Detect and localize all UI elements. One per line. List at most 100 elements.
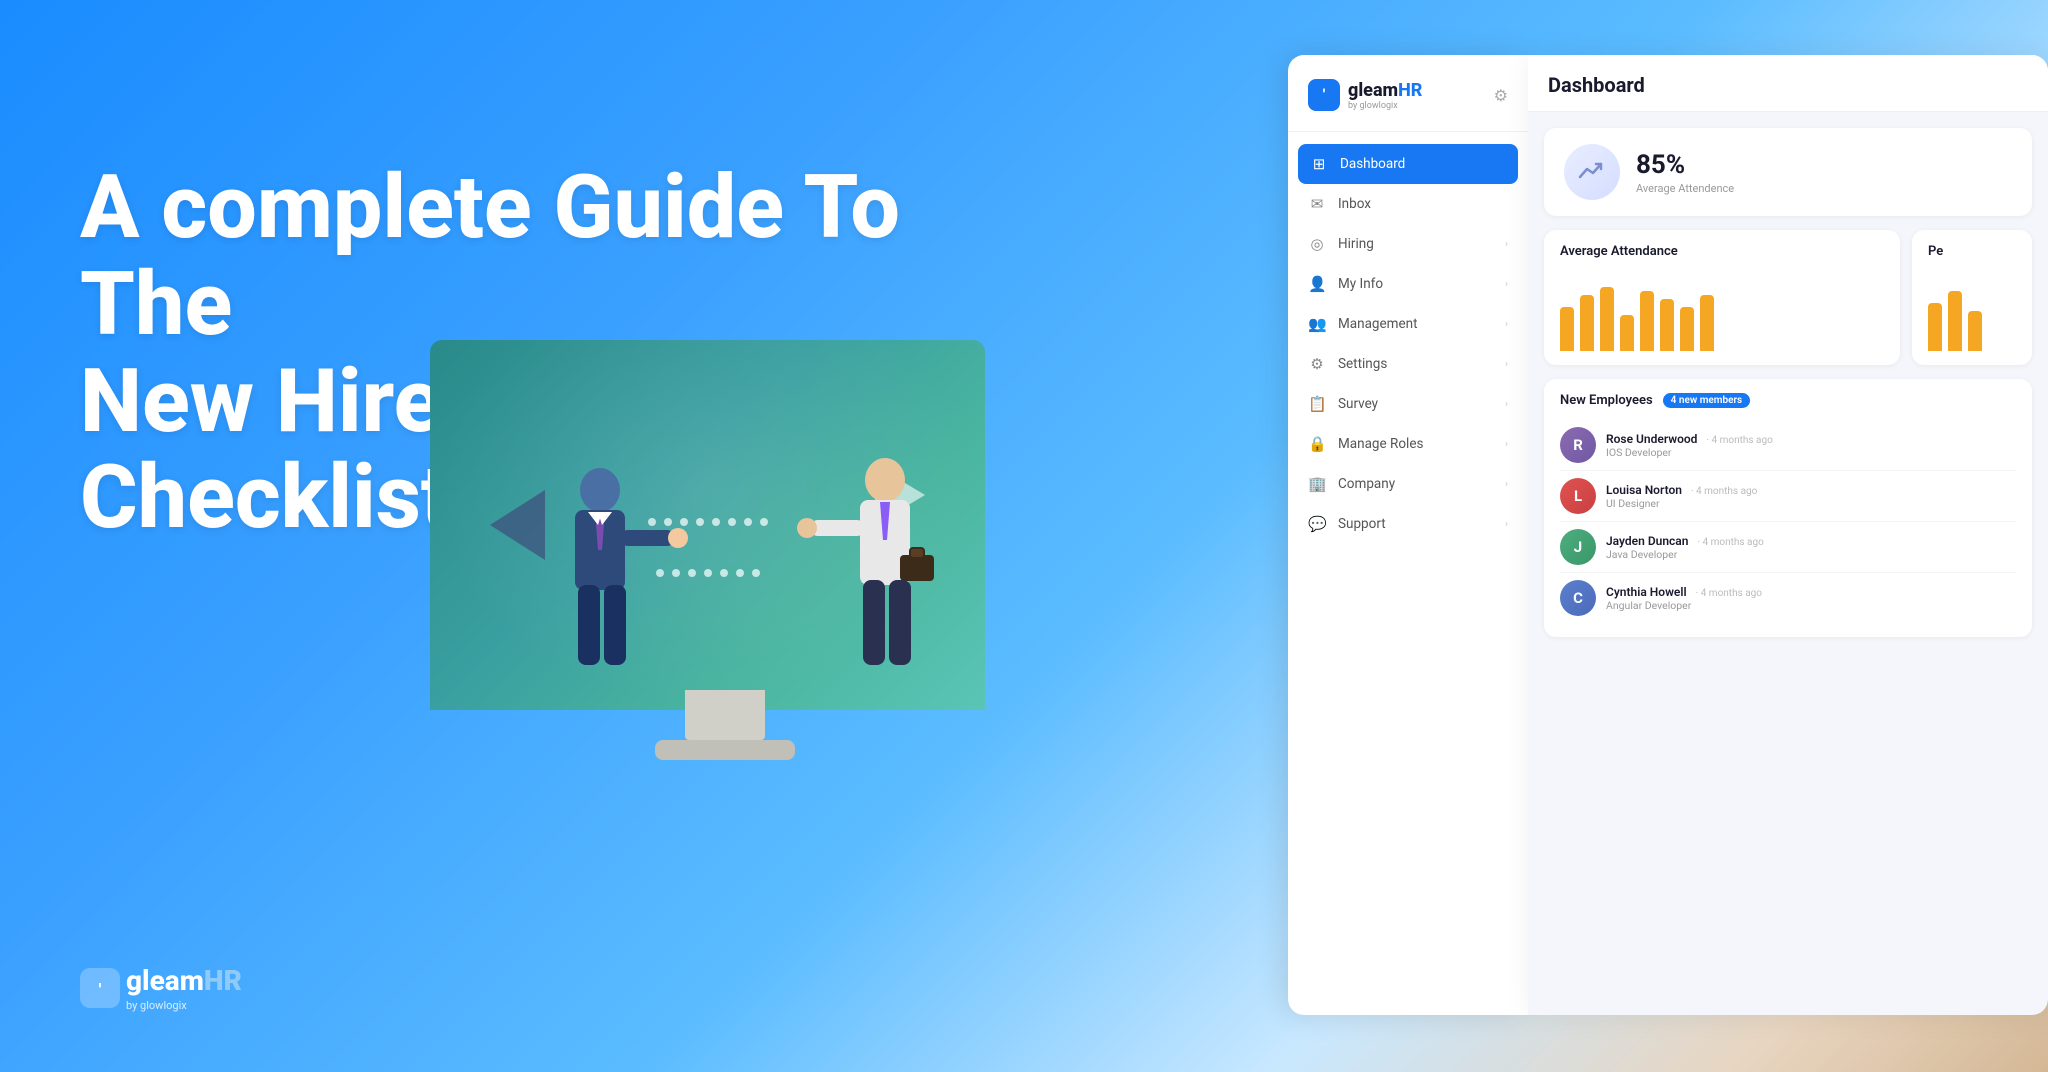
bar-1 [1560,307,1574,351]
sidebar-item-label: Dashboard [1340,156,1506,172]
ui-panel: ' gleamHR by glowlogix ⚙ ⊞ Dashboard ✉ I… [1288,55,2048,1015]
bar-6 [1660,299,1674,351]
employee-info-jayden: Jayden Duncan · 4 months ago Java Develo… [1606,534,2016,561]
inbox-icon: ✉ [1308,195,1326,213]
bar-3 [1600,287,1614,351]
stats-value: 85% [1636,150,1734,180]
employee-info-louisa: Louisa Norton · 4 months ago UI Designer [1606,483,2016,510]
bar-8 [1700,295,1714,351]
myinfo-icon: 👤 [1308,275,1326,293]
settings-gear-icon[interactable]: ⚙ [1494,86,1508,105]
employee-row-1: L Louisa Norton · 4 months ago UI Design… [1560,471,2016,522]
person-right-svg [795,440,955,710]
employee-name: Rose Underwood · 4 months ago [1606,432,2016,446]
chart-title-2: Pe [1928,244,2016,259]
bar-5 [1640,291,1654,351]
employee-role: IOS Developer [1606,446,2016,459]
bar-chart-2 [1928,271,2016,351]
company-icon: 🏢 [1308,475,1326,493]
charts-row: Average Attendance Pe [1544,230,2032,365]
main-header: Dashboard [1528,55,2048,112]
bar-p2 [1948,291,1962,351]
chevron-right-icon: › [1505,479,1508,490]
avatar-jayden: J [1560,529,1596,565]
bar-2 [1580,295,1594,351]
monitor-base [685,690,765,740]
sidebar-item-label: Support [1338,516,1493,532]
chevron-right-icon: › [1505,519,1508,530]
stats-card: 85% Average Attendence [1544,128,2032,216]
support-icon: 💬 [1308,515,1326,533]
sidebar-item-label: Manage Roles [1338,436,1493,452]
employee-name: Louisa Norton · 4 months ago [1606,483,2016,497]
avatar-cynthia: C [1560,580,1596,616]
monitor-screen [430,340,985,710]
employee-time: · 4 months ago [1706,435,1772,446]
sidebar-item-inbox[interactable]: ✉ Inbox [1288,184,1528,224]
sidebar-logo: ' gleamHR by glowlogix ⚙ [1288,79,1528,132]
sidebar-item-support[interactable]: 💬 Support › [1288,504,1528,544]
bar-7 [1680,307,1694,351]
chevron-right-icon: › [1505,239,1508,250]
attendance-chart-card: Average Attendance [1544,230,1900,365]
monitor-stand [655,740,795,760]
sidebar-item-myinfo[interactable]: 👤 My Info › [1288,264,1528,304]
avatar-rose: R [1560,427,1596,463]
bottom-logo-area: ' gleamHR by glowlogix [80,964,242,1012]
sidebar-item-label: Company [1338,476,1493,492]
chevron-right-icon: › [1505,359,1508,370]
sidebar-item-management[interactable]: 👥 Management › [1288,304,1528,344]
chevron-right-icon: › [1505,399,1508,410]
sidebar: ' gleamHR by glowlogix ⚙ ⊞ Dashboard ✉ I… [1288,55,1528,1015]
page-title: Dashboard [1548,73,2028,97]
sidebar-item-label: Inbox [1338,196,1508,212]
employee-info-cynthia: Cynthia Howell · 4 months ago Angular De… [1606,585,2016,612]
main-panel: Dashboard 85% Average Attendence [1528,55,2048,1015]
employee-row-0: R Rose Underwood · 4 months ago IOS Deve… [1560,420,2016,471]
employee-name: Jayden Duncan · 4 months ago [1606,534,2016,548]
sidebar-item-label: Settings [1338,356,1493,372]
employee-row-2: J Jayden Duncan · 4 months ago Java Deve… [1560,522,2016,573]
manageroles-icon: 🔒 [1308,435,1326,453]
sidebar-item-settings[interactable]: ⚙ Settings › [1288,344,1528,384]
sidebar-item-label: My Info [1338,276,1493,292]
bottom-logo-text: gleamHR by glowlogix [126,964,242,1012]
avatar-louisa: L [1560,478,1596,514]
employees-header: New Employees 4 new members [1560,393,2016,408]
settings-icon: ⚙ [1308,355,1326,373]
employee-row-3: C Cynthia Howell · 4 months ago Angular … [1560,573,2016,623]
sidebar-item-company[interactable]: 🏢 Company › [1288,464,1528,504]
bar-4 [1620,315,1634,351]
sidebar-item-hiring[interactable]: ◎ Hiring › [1288,224,1528,264]
bar-p1 [1928,303,1942,351]
sidebar-logo-text-block: gleamHR by glowlogix [1348,80,1422,111]
chevron-right-icon: › [1505,319,1508,330]
dashboard-icon: ⊞ [1310,155,1328,173]
employee-role: Angular Developer [1606,599,2016,612]
sidebar-logo-icon: ' [1308,79,1340,111]
sidebar-item-label: Management [1338,316,1493,332]
stats-icon [1564,144,1620,200]
bar-chart [1560,271,1884,351]
sidebar-item-label: Survey [1338,396,1493,412]
sidebar-item-dashboard[interactable]: ⊞ Dashboard [1298,144,1518,184]
hiring-icon: ◎ [1308,235,1326,253]
employees-card: New Employees 4 new members R Rose Under… [1544,379,2032,637]
new-members-badge: 4 new members [1663,393,1751,408]
bar-p3 [1968,311,1982,351]
chevron-right-icon: › [1505,439,1508,450]
performance-chart-card: Pe [1912,230,2032,365]
employee-role: UI Designer [1606,497,2016,510]
main-content: 85% Average Attendence Average Attendanc… [1528,112,2048,1015]
chart-title: Average Attendance [1560,244,1884,259]
survey-icon: 📋 [1308,395,1326,413]
monitor-illustration [430,340,1020,780]
person-left-svg [530,450,690,710]
stats-label: Average Attendence [1636,182,1734,195]
employee-info-rose: Rose Underwood · 4 months ago IOS Develo… [1606,432,2016,459]
sidebar-item-survey[interactable]: 📋 Survey › [1288,384,1528,424]
employee-role: Java Developer [1606,548,2016,561]
sidebar-item-label: Hiring [1338,236,1493,252]
sidebar-item-manageroles[interactable]: 🔒 Manage Roles › [1288,424,1528,464]
trending-up-icon [1577,157,1607,187]
